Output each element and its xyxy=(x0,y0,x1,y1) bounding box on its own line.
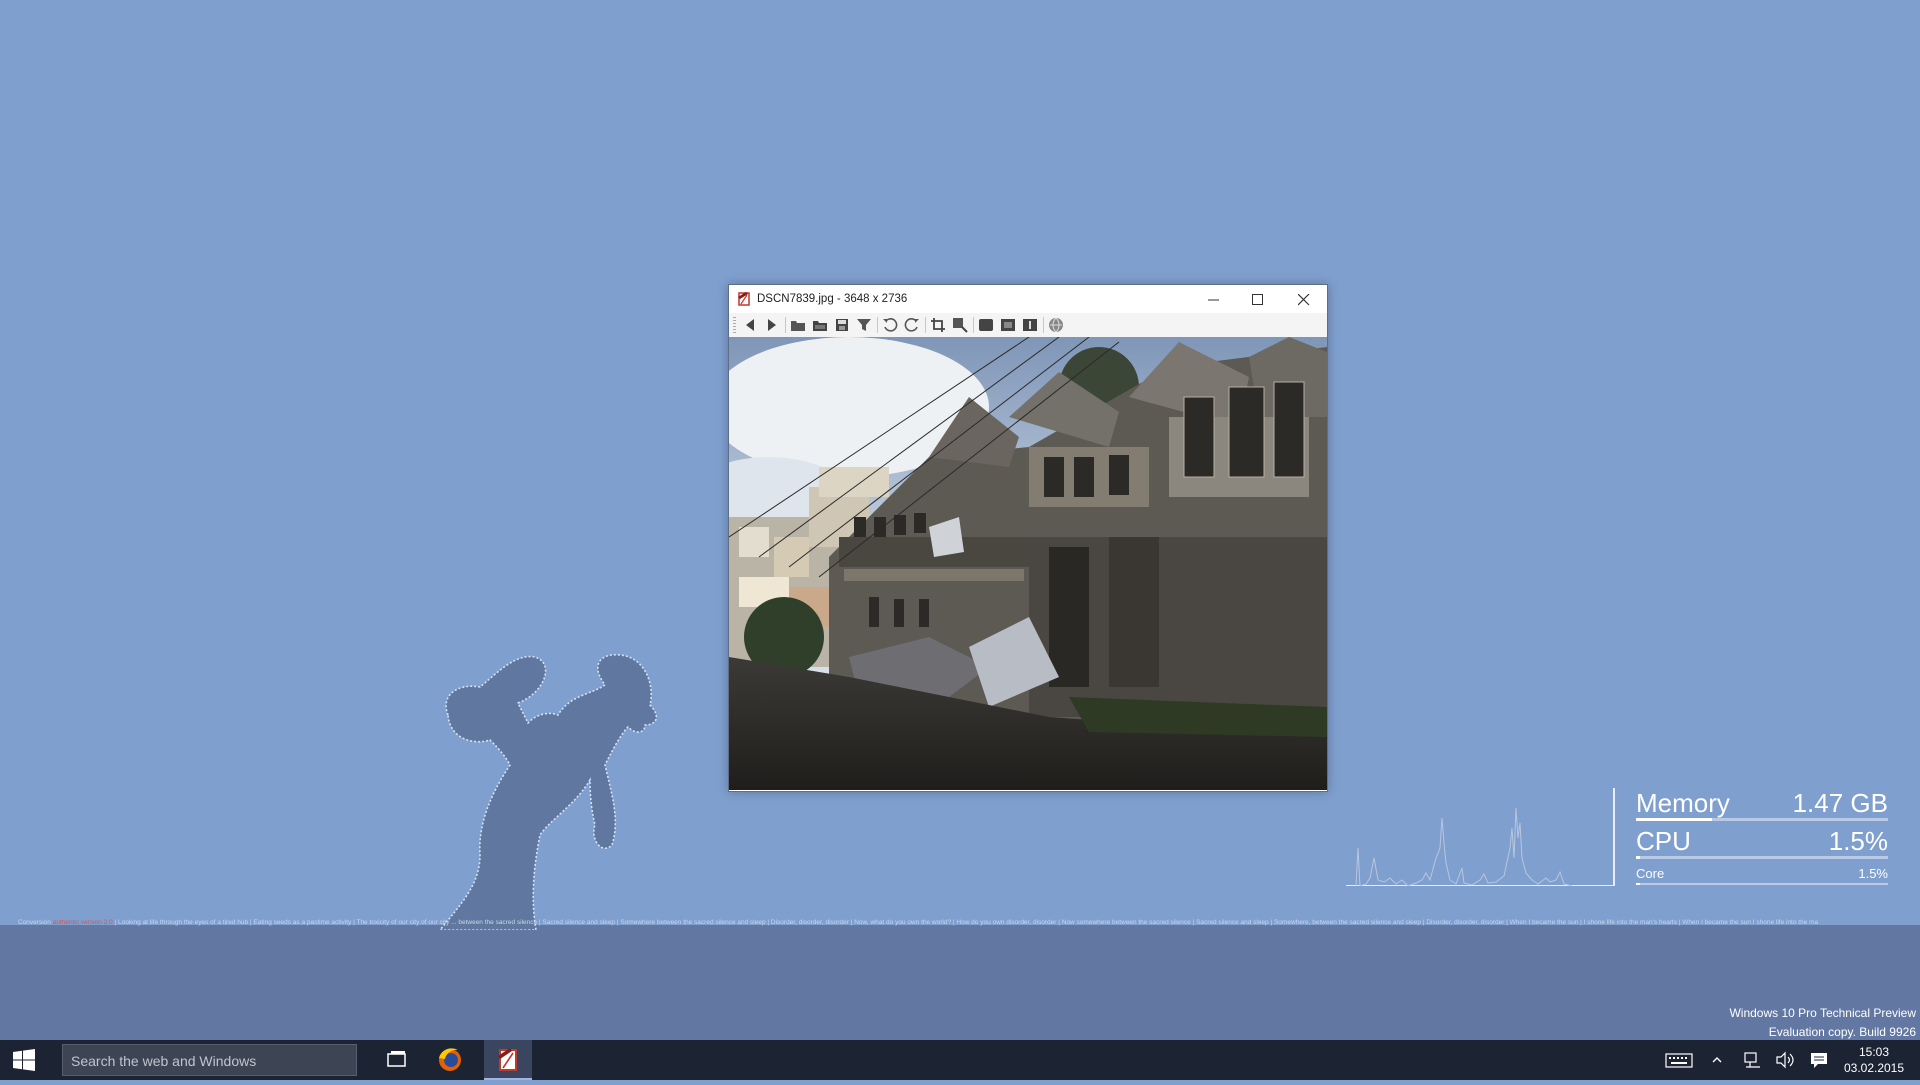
maximize-icon xyxy=(1252,294,1263,305)
rotate-right-icon[interactable] xyxy=(903,316,921,334)
minimize-button[interactable] xyxy=(1191,285,1237,313)
minimize-icon xyxy=(1208,299,1219,301)
open-folder-icon[interactable] xyxy=(789,316,807,334)
ticker-highlight[interactable]: authentic version 2.0 xyxy=(53,919,113,926)
irfanview-icon xyxy=(498,1048,517,1071)
task-view-icon xyxy=(387,1051,406,1067)
volume-icon[interactable] xyxy=(1774,1040,1796,1080)
lyrics-ticker: Conversion authentic version 2.0 | Looki… xyxy=(18,917,1903,929)
core-bar-fill xyxy=(1636,883,1640,885)
cpu-bar-fill xyxy=(1636,856,1640,859)
close-button[interactable] xyxy=(1281,285,1327,313)
globe-icon[interactable] xyxy=(1047,316,1065,334)
start-button[interactable] xyxy=(0,1040,48,1080)
info-icon[interactable] xyxy=(1021,316,1039,334)
core-bar xyxy=(1636,883,1888,885)
irfanview-taskbar-button[interactable] xyxy=(484,1040,532,1080)
core-label: Core xyxy=(1636,866,1665,881)
toolbar-separator xyxy=(973,317,974,333)
action-center-icon[interactable] xyxy=(1808,1040,1830,1080)
toolbar-separator xyxy=(925,317,926,333)
irfanview-icon xyxy=(738,292,750,306)
keyboard-icon[interactable] xyxy=(1664,1040,1694,1080)
cpu-label: CPU xyxy=(1636,826,1691,856)
toolbar-separator xyxy=(1043,317,1044,333)
image-viewer-window[interactable]: DSCN7839.jpg - 3648 x 2736 xyxy=(728,284,1328,792)
save-icon[interactable] xyxy=(833,316,851,334)
core-meter: Core 1.5% xyxy=(1636,866,1888,886)
zoom-icon[interactable] xyxy=(951,316,969,334)
memory-meter: Memory 1.47 GB xyxy=(1636,788,1888,824)
photo-old-wooden-houses xyxy=(729,337,1327,790)
memory-label: Memory xyxy=(1636,788,1730,818)
windows-watermark: Windows 10 Pro Technical Preview Evaluat… xyxy=(1729,1004,1916,1042)
memory-bar-fill xyxy=(1636,818,1712,821)
maximize-button[interactable] xyxy=(1235,285,1281,313)
image-dimensions: - 3648 x 2736 xyxy=(836,293,908,305)
file-name: DSCN7839.jpg xyxy=(757,293,834,305)
toolbar-grip[interactable] xyxy=(733,317,736,333)
core-value: 1.5% xyxy=(1858,866,1888,881)
back-icon[interactable] xyxy=(741,316,759,334)
rotate-left-icon[interactable] xyxy=(881,316,899,334)
firefox-button[interactable] xyxy=(426,1040,474,1080)
fullscreen-icon[interactable] xyxy=(977,316,995,334)
taskbar: Search the web and Windows 15:03 03.02.2… xyxy=(0,1040,1920,1080)
crop-icon[interactable] xyxy=(929,316,947,334)
watermark-line1: Windows 10 Pro Technical Preview xyxy=(1729,1006,1916,1020)
search-box[interactable]: Search the web and Windows xyxy=(62,1044,357,1076)
windows-logo-icon xyxy=(13,1049,35,1071)
task-view-button[interactable] xyxy=(372,1040,420,1080)
window-title: DSCN7839.jpg - 3648 x 2736 xyxy=(757,291,907,307)
memory-value: 1.47 GB xyxy=(1792,788,1888,818)
close-icon xyxy=(1298,294,1310,306)
title-bar[interactable]: DSCN7839.jpg - 3648 x 2736 xyxy=(729,285,1327,313)
clock[interactable]: 15:03 03.02.2015 xyxy=(1834,1044,1914,1076)
silhouette-figure-icon xyxy=(440,654,658,930)
open-icon[interactable] xyxy=(811,316,829,334)
filter-icon[interactable] xyxy=(855,316,873,334)
cpu-meter: CPU 1.5% xyxy=(1636,826,1888,862)
ticker-text: | Looking at life through the eyes of a … xyxy=(114,919,1819,926)
network-icon[interactable] xyxy=(1742,1040,1764,1080)
cpu-value: 1.5% xyxy=(1828,826,1888,856)
forward-icon[interactable] xyxy=(763,316,781,334)
ticker-prefix: Conversion xyxy=(18,919,51,926)
search-placeholder: Search the web and Windows xyxy=(71,1053,257,1069)
toolbar xyxy=(729,313,1327,338)
clock-date: 03.02.2015 xyxy=(1843,1061,1905,1075)
memory-bar xyxy=(1636,818,1888,821)
toolbar-separator xyxy=(785,317,786,333)
fit-icon[interactable] xyxy=(999,316,1017,334)
desktop-band xyxy=(0,925,1920,1040)
toolbar-separator xyxy=(877,317,878,333)
chevron-up-icon[interactable] xyxy=(1710,1040,1724,1080)
cpu-bar xyxy=(1636,856,1888,859)
firefox-icon xyxy=(439,1048,461,1071)
cpu-history-graph xyxy=(1346,788,1615,886)
clock-time: 15:03 xyxy=(1858,1045,1890,1059)
